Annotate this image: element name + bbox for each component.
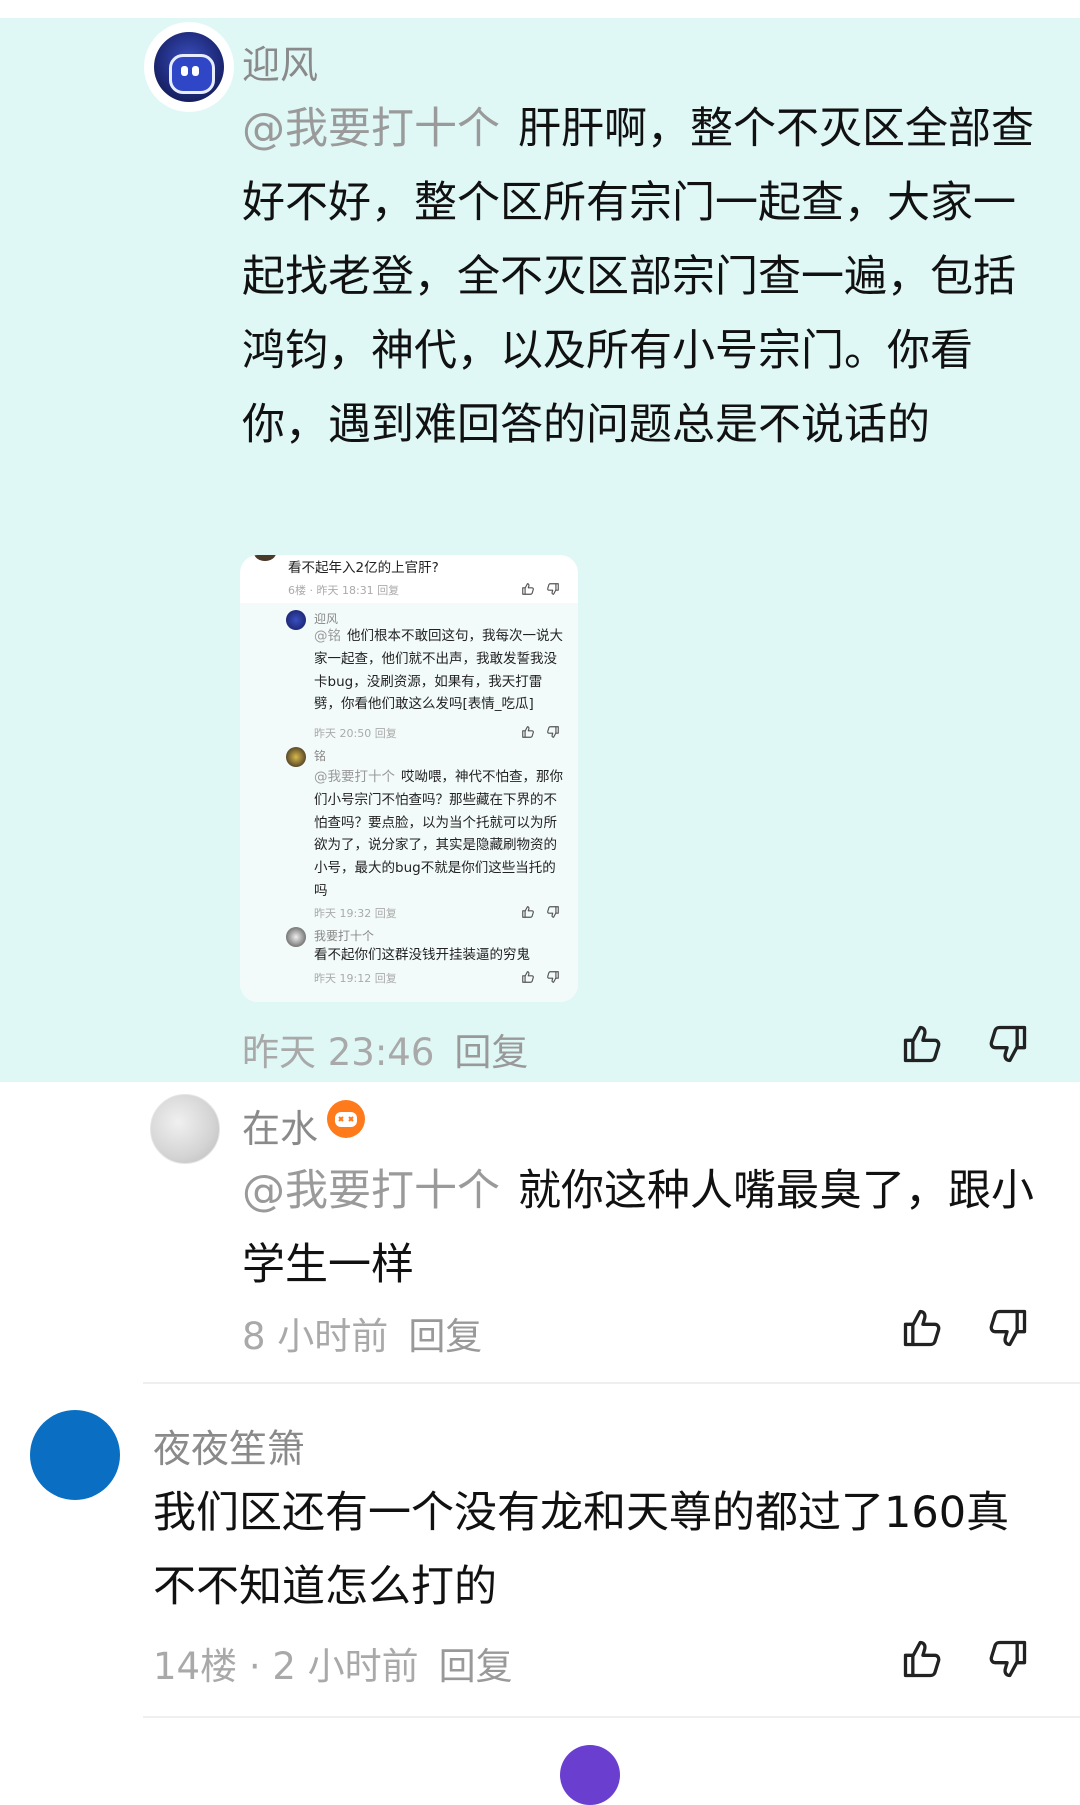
- embed-avatar: [286, 747, 306, 767]
- thumbs-up-icon[interactable]: [521, 970, 535, 984]
- embed-time: 昨天 19:32: [314, 907, 372, 920]
- mention-link[interactable]: @我要打十个: [242, 1166, 500, 1216]
- reply-meta: 8 小时前 回复: [242, 1306, 482, 1360]
- thumbs-down-icon[interactable]: [546, 582, 560, 596]
- embed-username: 我要打十个: [314, 929, 375, 943]
- thumbs-up-icon[interactable]: [521, 905, 535, 919]
- thumbs-up-icon[interactable]: [521, 725, 535, 739]
- username[interactable]: 在水: [242, 1098, 318, 1153]
- comment-meta: 14楼 · 2 小时前 回复: [153, 1636, 513, 1690]
- thumbs-down-icon[interactable]: [986, 1306, 1030, 1350]
- reply-time: 8 小时前: [242, 1315, 389, 1358]
- thumbs-down-icon[interactable]: [546, 725, 560, 739]
- embed-top-text: 看不起年入2亿的上官肝?: [288, 560, 439, 576]
- embed-username: 铭: [314, 749, 327, 763]
- embed-mention: @我要打十个: [314, 769, 395, 785]
- embed-reply-text: @铭 他们根本不敢回这句，我每次一说大家一起查，他们就不出声，我敢发誓我没卡bug…: [314, 625, 566, 716]
- reply-body: 肝肝啊，整个不灭区全部查好不好，整个区所有宗门一起查，大家一起找老登，全不灭区部…: [242, 104, 1034, 450]
- thumbs-down-icon[interactable]: [986, 1637, 1030, 1681]
- embed-reply-label: 回复: [374, 727, 397, 740]
- reply-meta: 昨天 23:46 回复: [242, 1022, 528, 1076]
- thumbs-up-icon[interactable]: [900, 1022, 944, 1066]
- embed-reply-body: 他们根本不敢回这句，我每次一说大家一起查，他们就不出声，我敢发誓我没卡bug，没…: [314, 628, 563, 713]
- reply-time: 昨天 23:46: [242, 1031, 435, 1074]
- thumbs-up-icon[interactable]: [900, 1637, 944, 1681]
- embed-avatar: [286, 927, 306, 947]
- thumbs-up-icon[interactable]: [900, 1306, 944, 1350]
- comment-floor-time: 14楼 · 2 小时前: [153, 1645, 419, 1688]
- robot-avatar-eye: [192, 66, 199, 76]
- user-avatar[interactable]: [30, 1410, 120, 1500]
- embed-reply-text: @我要打十个 哎呦喂，神代不怕查，那你们小号宗门不怕查吗？那些藏在下界的不怕查吗？…: [314, 766, 566, 903]
- embed-time: 昨天 19:12: [314, 972, 372, 985]
- user-avatar[interactable]: [150, 1094, 220, 1164]
- username[interactable]: 迎风: [242, 34, 318, 89]
- reply-text: @我要打十个 就你这种人嘴最臭了，跟小学生一样: [242, 1154, 1042, 1302]
- reply-text: @我要打十个 肝肝啊，整个不灭区全部查好不好，整个区所有宗门一起查，大家一起找老登…: [242, 92, 1042, 462]
- thumbs-down-icon[interactable]: [546, 970, 560, 984]
- top-spacer: [0, 0, 1080, 18]
- embed-reply-label: 回复: [374, 972, 397, 985]
- reply-button[interactable]: 回复: [439, 1645, 513, 1688]
- game-badge-icon: [327, 1100, 365, 1138]
- embed-avatar: [286, 610, 306, 630]
- embed-reply-meta: 昨天 19:32 回复: [314, 905, 397, 921]
- comment-text: 我们区还有一个没有龙和天尊的都过了160真不不知道怎么打的: [153, 1488, 1010, 1612]
- embed-mention: @铭: [314, 628, 341, 644]
- embedded-screenshot[interactable]: 看不起年入2亿的上官肝? 6楼 · 昨天 18:31 回复 迎风 @铭 他们根本不…: [240, 555, 578, 1002]
- embed-time: 昨天 20:50: [314, 727, 372, 740]
- embed-reply-body: 哎呦喂，神代不怕查，那你们小号宗门不怕查吗？那些藏在下界的不怕查吗？要点脸，以为…: [314, 769, 563, 899]
- user-avatar[interactable]: [148, 26, 230, 108]
- user-avatar[interactable]: [560, 1745, 620, 1805]
- embed-reply-body: 看不起你们这群没钱开挂装逼的穷鬼: [314, 947, 530, 963]
- mention-link[interactable]: @我要打十个: [242, 104, 500, 154]
- reply-button[interactable]: 回复: [454, 1031, 528, 1074]
- embed-avatar: [254, 555, 276, 561]
- embed-reply-meta: 昨天 20:50 回复: [314, 725, 397, 741]
- embed-reply-label: 回复: [374, 907, 397, 920]
- divider: [143, 1716, 1080, 1718]
- thumbs-up-icon[interactable]: [521, 582, 535, 596]
- reply-button[interactable]: 回复: [408, 1315, 482, 1358]
- robot-avatar-eye: [181, 66, 188, 76]
- username[interactable]: 夜夜笙箫: [153, 1418, 305, 1473]
- game-badge-glyph: [335, 1112, 357, 1127]
- embed-top-meta: 6楼 · 昨天 18:31 回复: [288, 582, 399, 598]
- thumbs-down-icon[interactable]: [986, 1022, 1030, 1066]
- embed-top-time: 6楼 · 昨天 18:31: [288, 584, 374, 597]
- embed-reply-text: 看不起你们这群没钱开挂装逼的穷鬼: [314, 944, 566, 967]
- thumbs-down-icon[interactable]: [546, 905, 560, 919]
- embed-reply-label: 回复: [377, 584, 400, 597]
- divider: [143, 1382, 1080, 1384]
- embed-reply-meta: 昨天 19:12 回复: [314, 970, 397, 986]
